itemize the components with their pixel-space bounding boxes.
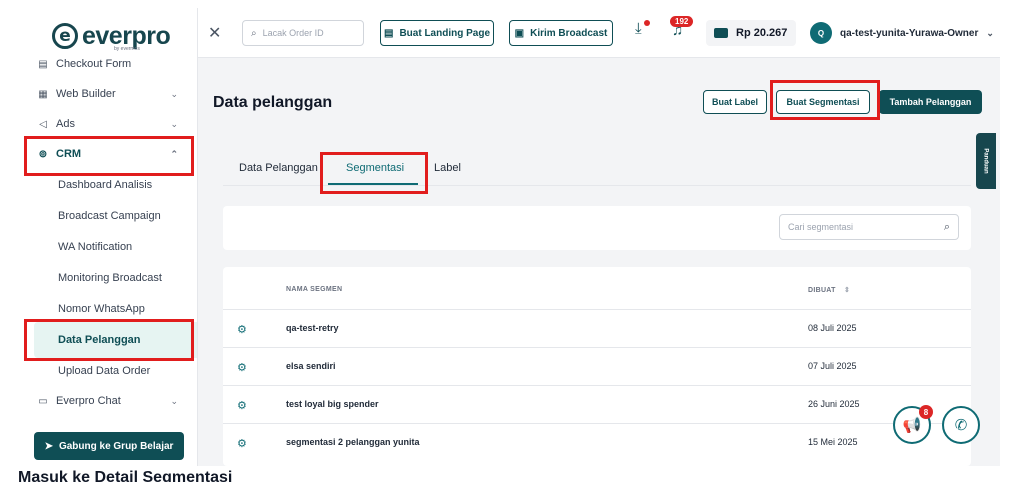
download-icon[interactable]: ⤓ [635,20,642,37]
create-label-button[interactable]: Buat Label [703,90,767,114]
whatsapp-icon: ✆ [954,417,968,434]
sidebar-item-ads[interactable]: ◁ Ads ⌄ [18,111,197,137]
download-dot [644,20,650,26]
segment-date: 08 Juli 2025 [808,323,857,333]
chevron-down-icon: ⌄ [986,27,994,38]
sidebar-sub-monitoring-broadcast[interactable]: Monitoring Broadcast [58,272,162,284]
chat-icon: ▭ [38,395,48,407]
segment-name: test loyal big spender [286,399,379,409]
wallet-icon [714,28,728,38]
announcement-badge: 8 [919,405,933,419]
megaphone-icon: ◁ [39,118,47,130]
guide-tab-label: Panduan [983,148,989,174]
caption: Masuk ke Detail Segmentasi [18,469,233,482]
chevron-down-icon: ⌄ [170,395,178,406]
add-customer-button[interactable]: Tambah Pelanggan [879,90,982,114]
sidebar-item-label: Everpro Chat [56,395,121,407]
send-broadcast-button[interactable]: ▣ Kirim Broadcast [509,20,613,46]
close-icon[interactable]: ✕ [208,23,221,43]
order-search[interactable]: ⌕ [242,20,364,46]
search-icon: ⌕ [251,27,257,39]
send-broadcast-label: Kirim Broadcast [530,27,608,39]
sidebar-item-everpro-chat[interactable]: ▭ Everpro Chat ⌄ [18,388,197,414]
create-landing-page-button[interactable]: ▤ Buat Landing Page [380,20,494,46]
sidebar-item-checkout-form[interactable]: ▤ Checkout Form [18,51,197,77]
highlight-data-pelanggan [24,319,194,361]
segment-name: segmentasi 2 pelanggan yunita [286,437,420,447]
sidebar-item-label: Web Builder [56,88,116,100]
topbar: ✕ ⌕ ▤ Buat Landing Page ▣ Kirim Broadcas… [198,8,1000,58]
segment-date: 26 Juni 2025 [808,399,860,409]
segment-name: qa-test-retry [286,323,339,333]
create-landing-page-label: Buat Landing Page [399,27,490,39]
brand-logo[interactable]: e everpro [52,18,171,54]
send-icon: ➤ [44,440,53,452]
highlight-crm [24,136,194,176]
table-row[interactable]: ⚙ test loyal big spender 26 Juni 2025 [223,385,971,423]
tab-label[interactable]: Label [434,162,461,174]
column-header-created-label: DIBUAT [808,287,836,294]
segment-table: NAMA SEGMEN DIBUAT ⇕ ⚙ qa-test-retry 08 … [223,267,971,466]
sidebar-item-label: Checkout Form [56,58,132,70]
sidebar-sub-broadcast-campaign[interactable]: Broadcast Campaign [58,210,161,222]
sidebar-sub-upload-data-order[interactable]: Upload Data Order [58,365,150,377]
page-title: Data pelanggan [213,94,333,111]
user-menu[interactable]: Q qa-test-yunita-Yurawa-Owner ⌄ [810,22,994,44]
filter-bar: ⌕ [223,206,971,250]
sort-icon: ⇕ [843,287,851,294]
notification-count: 192 [670,16,694,27]
highlight-buat-segmentasi [770,80,880,120]
sidebar-sub-dashboard-analisis[interactable]: Dashboard Analisis [58,179,152,191]
segment-date: 15 Mei 2025 [808,437,858,447]
segment-search[interactable]: ⌕ [779,214,959,240]
table-row[interactable]: ⚙ elsa sendiri 07 Juli 2025 [223,347,971,385]
chevron-down-icon: ⌄ [170,88,178,99]
guide-tab[interactable]: Panduan [976,133,996,189]
join-group-label: Gabung ke Grup Belajar [58,440,174,452]
segment-icon: ⚙ [237,400,247,412]
column-header-created[interactable]: DIBUAT ⇕ [808,286,850,294]
avatar: Q [810,22,832,44]
table-row[interactable]: ⚙ segmentasi 2 pelanggan yunita 15 Mei 2… [223,423,971,461]
highlight-segmentasi-tab [320,152,428,194]
order-search-input[interactable] [262,28,353,38]
search-icon: ⌕ [943,220,950,233]
sidebar-sub-wa-notification[interactable]: WA Notification [58,241,132,253]
sidebar-item-label: Ads [56,118,75,130]
megaphone-icon: 📢 [902,417,922,434]
segment-icon: ⚙ [237,362,247,374]
segment-date: 07 Juli 2025 [808,361,857,371]
form-icon: ▤ [38,58,48,70]
segment-name: elsa sendiri [286,361,336,371]
table-row[interactable]: ⚙ qa-test-retry 08 Juli 2025 [223,309,971,347]
whatsapp-float-button[interactable]: ✆ [942,406,980,444]
sidebar-item-web-builder[interactable]: ▦ Web Builder ⌄ [18,81,197,107]
brand-mark-icon: e [52,23,78,49]
wallet-balance[interactable]: Rp 20.267 [706,20,796,46]
app-window: e everpro by evermos ▤ Checkout Form ▦ W… [0,0,1024,482]
segment-search-input[interactable] [788,222,944,232]
column-header-name: NAMA SEGMEN [286,286,343,293]
segment-icon: ⚙ [237,438,247,450]
tab-data-pelanggan[interactable]: Data Pelanggan [239,162,318,174]
sidebar: e everpro by evermos ▤ Checkout Form ▦ W… [18,8,198,466]
landing-page-icon: ▤ [383,27,394,39]
layout-icon: ▦ [38,88,48,100]
user-name: qa-test-yunita-Yurawa-Owner [840,27,979,39]
sidebar-sub-nomor-whatsapp[interactable]: Nomor WhatsApp [58,303,145,315]
balance-value: Rp 20.267 [736,27,788,39]
segment-icon: ⚙ [237,324,247,336]
chevron-down-icon: ⌄ [170,118,178,129]
broadcast-icon: ▣ [514,27,525,39]
join-group-button[interactable]: ➤ Gabung ke Grup Belajar [34,432,184,460]
